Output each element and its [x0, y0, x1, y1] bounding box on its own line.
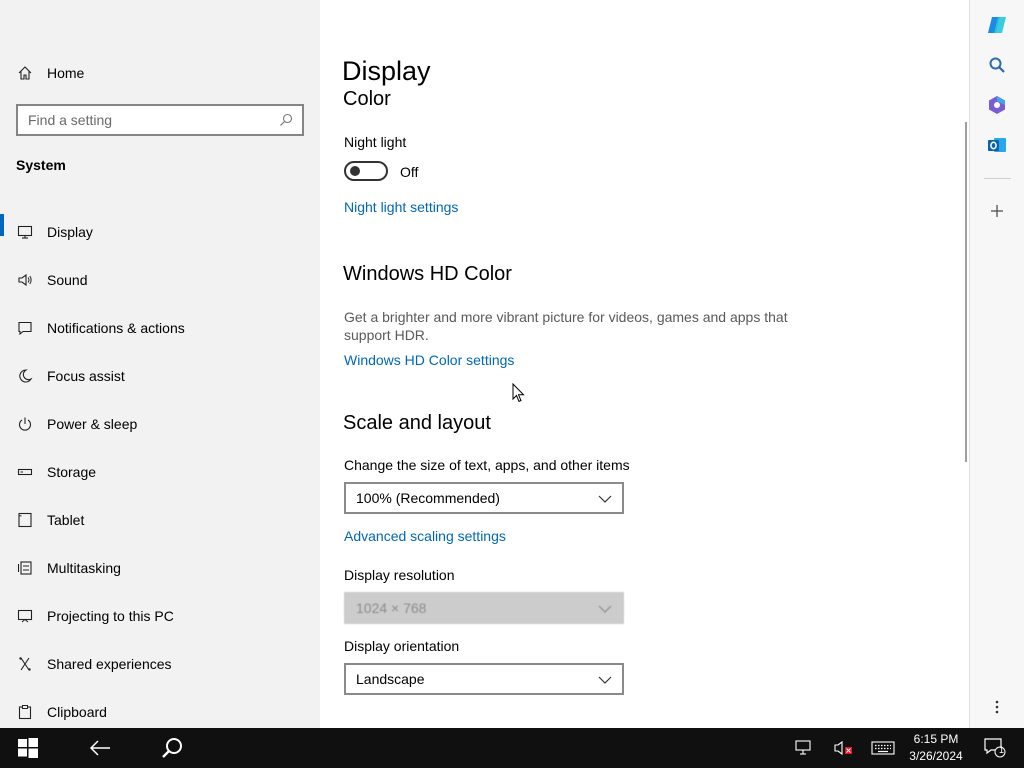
volume-muted-icon[interactable]	[830, 728, 858, 768]
windows-logo-icon	[18, 738, 38, 758]
side-rail	[969, 0, 1024, 728]
sidebar-item-display[interactable]: Display	[0, 208, 320, 256]
sidebar-item-label: Clipboard	[47, 704, 107, 720]
main-content: Display Color Night light Off Night ligh…	[320, 0, 969, 728]
settings-window: Home Find a setting System Display Sound	[0, 0, 1024, 768]
notification-icon	[16, 319, 34, 337]
sidebar-item-label: Power & sleep	[47, 416, 138, 432]
orientation-dropdown[interactable]: Landscape	[344, 663, 624, 695]
projecting-icon	[16, 607, 34, 625]
chevron-down-icon	[598, 602, 612, 614]
clipboard-icon	[16, 703, 34, 721]
sidebar-item-label: Sound	[47, 272, 88, 288]
section-title: System	[16, 157, 66, 173]
resolution-dropdown: 1024 × 768	[344, 592, 624, 624]
rail-divider	[984, 178, 1011, 179]
sidebar-item-sound[interactable]: Sound	[0, 256, 320, 304]
night-light-label: Night light	[344, 134, 407, 150]
action-center-button[interactable]: 1	[980, 728, 1010, 768]
night-light-toggle[interactable]	[344, 161, 388, 181]
sidebar-item-label: Storage	[47, 464, 97, 480]
outlook-icon[interactable]	[986, 134, 1008, 156]
sidebar-item-label: Notifications & actions	[47, 320, 185, 336]
sidebar-item-label: Multitasking	[47, 560, 121, 576]
sidebar-item-label: Shared experiences	[47, 656, 172, 672]
sidebar-item-label: Tablet	[47, 512, 85, 528]
resolution-value: 1024 × 768	[356, 600, 427, 616]
mouse-cursor-icon	[512, 382, 526, 403]
chevron-down-icon	[598, 673, 612, 685]
search-icon[interactable]	[986, 54, 1008, 76]
clock-date: 3/26/2024	[909, 749, 963, 763]
multitasking-icon	[16, 559, 34, 577]
hd-color-settings-link[interactable]: Windows HD Color settings	[344, 352, 514, 368]
copilot-icon[interactable]	[986, 14, 1008, 36]
night-light-settings-link[interactable]: Night light settings	[344, 199, 458, 215]
sidebar-item-storage[interactable]: Storage	[0, 448, 320, 496]
orientation-label: Display orientation	[344, 638, 460, 654]
search-input[interactable]: Find a setting	[16, 104, 304, 136]
add-icon[interactable]	[986, 200, 1008, 222]
sidebar-item-notifications[interactable]: Notifications & actions	[0, 304, 320, 352]
scrollbar[interactable]	[965, 122, 967, 462]
scale-dropdown[interactable]: 100% (Recommended)	[344, 482, 624, 514]
sidebar-item-projecting[interactable]: Projecting to this PC	[0, 592, 320, 640]
monitor-icon	[16, 223, 34, 241]
taskbar-search-button[interactable]	[152, 728, 192, 768]
sidebar-item-label: Display	[47, 224, 93, 240]
toggle-knob	[350, 166, 360, 176]
home-icon	[16, 64, 34, 82]
taskbar: 6:15 PM 3/26/2024 1	[0, 728, 1024, 768]
sidebar-item-shared-experiences[interactable]: Shared experiences	[0, 640, 320, 688]
search-placeholder: Find a setting	[28, 112, 113, 128]
storage-icon	[16, 463, 34, 481]
tablet-icon	[16, 511, 34, 529]
sidebar-item-label: Projecting to this PC	[47, 608, 174, 624]
power-icon	[16, 415, 34, 433]
back-button[interactable]	[80, 728, 120, 768]
notification-count: 1	[999, 745, 1005, 755]
home-label: Home	[47, 65, 85, 81]
scale-value: 100% (Recommended)	[356, 490, 500, 506]
sidebar-nav: Display Sound Notifications & actions Fo…	[0, 208, 320, 736]
system-clock[interactable]: 6:15 PM 3/26/2024	[905, 731, 967, 765]
sidebar-item-tablet[interactable]: Tablet	[0, 496, 320, 544]
sidebar-home[interactable]: Home	[16, 62, 84, 84]
shared-experiences-icon	[16, 655, 34, 673]
speaker-icon	[16, 271, 34, 289]
moon-icon	[16, 367, 34, 385]
color-heading: Color	[343, 88, 391, 110]
clock-time: 6:15 PM	[913, 732, 959, 746]
sidebar-item-multitasking[interactable]: Multitasking	[0, 544, 320, 592]
keyboard-icon[interactable]	[868, 728, 898, 768]
scale-layout-heading: Scale and layout	[343, 412, 491, 434]
chevron-down-icon	[598, 492, 612, 504]
resolution-label: Display resolution	[344, 567, 455, 583]
network-icon[interactable]	[790, 728, 818, 768]
search-icon[interactable]	[278, 112, 294, 128]
m365-icon[interactable]	[986, 94, 1008, 116]
scale-label: Change the size of text, apps, and other…	[344, 457, 630, 473]
start-button[interactable]	[8, 728, 48, 768]
sidebar-item-power-sleep[interactable]: Power & sleep	[0, 400, 320, 448]
search-icon	[162, 738, 182, 758]
page-title: Display	[342, 56, 439, 87]
sidebar: Home Find a setting System Display Sound	[0, 0, 320, 728]
back-arrow-icon	[89, 740, 110, 756]
sidebar-item-focus-assist[interactable]: Focus assist	[0, 352, 320, 400]
hd-color-heading: Windows HD Color	[343, 263, 512, 285]
advanced-scaling-link[interactable]: Advanced scaling settings	[344, 528, 506, 544]
night-light-state: Off	[400, 164, 419, 180]
sidebar-item-label: Focus assist	[47, 368, 125, 384]
more-icon[interactable]	[986, 696, 1008, 718]
hd-color-description: Get a brighter and more vibrant picture …	[344, 309, 788, 343]
orientation-value: Landscape	[356, 671, 425, 687]
